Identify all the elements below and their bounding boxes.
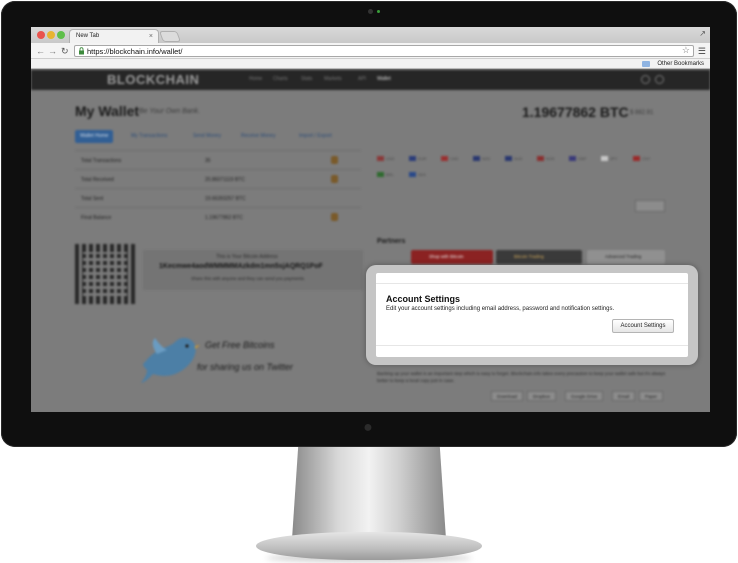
screen: New Tab × ↗ ← → ↻ https://blockchain.inf… bbox=[31, 27, 710, 412]
site-logo[interactable]: BLOCKCHAIN bbox=[107, 72, 199, 87]
backup-drive-button[interactable]: Google Drive bbox=[565, 391, 604, 401]
currency-gbp[interactable]: GBP bbox=[569, 156, 586, 162]
stat-label: Total Sent bbox=[81, 196, 104, 202]
stat-value: 20.86071119 BTC bbox=[205, 177, 245, 183]
tweet-promo-line1[interactable]: Get Free Bitcoins bbox=[205, 340, 275, 350]
table-row: Final Balance 1.19677862 BTC bbox=[75, 207, 361, 226]
stats-table: Total Transactions 35 Total Received 20.… bbox=[75, 150, 361, 226]
nav-stats[interactable]: Stats bbox=[301, 76, 312, 82]
btc-balance[interactable]: 1.19677862 BTC bbox=[522, 104, 629, 120]
camera-led bbox=[377, 10, 380, 13]
currency-aud[interactable]: AUD bbox=[505, 156, 522, 162]
tab-my-transactions[interactable]: My Transactions bbox=[131, 130, 167, 143]
info-icon[interactable] bbox=[331, 156, 338, 164]
tab-wallet-home[interactable]: Wallet Home bbox=[75, 130, 114, 143]
nav-wallet[interactable]: Wallet bbox=[377, 76, 391, 82]
backup-text: Backing up your wallet is an important s… bbox=[377, 371, 666, 383]
monitor-base bbox=[256, 532, 482, 560]
nav-api[interactable]: API bbox=[358, 76, 366, 82]
partner-advanced-button[interactable]: Advanced Trading bbox=[587, 250, 665, 264]
twitter-bird-icon[interactable] bbox=[137, 330, 201, 384]
divider bbox=[376, 345, 688, 346]
monitor-bezel: ● New Tab × ↗ ← → ↻ https://blockchain.i… bbox=[1, 1, 737, 447]
fullscreen-icon[interactable]: ↗ bbox=[699, 29, 706, 38]
address-bar[interactable]: https://blockchain.info/wallet/ ☆ bbox=[74, 45, 694, 57]
partner-trading-button[interactable]: Bitcoin Trading bbox=[496, 250, 582, 264]
address-caption: This is Your Bitcoin Address bbox=[216, 254, 278, 260]
nav-markets[interactable]: Markets bbox=[324, 76, 342, 82]
tab-title: New Tab bbox=[76, 33, 100, 39]
table-row: Total Received 20.86071119 BTC bbox=[75, 169, 361, 188]
page-subtitle: Be Your Own Bank. bbox=[139, 108, 200, 115]
minimize-window-button[interactable] bbox=[47, 31, 55, 39]
currency-cad[interactable]: CAD bbox=[441, 156, 458, 162]
browser-toolbar: ← → ↻ https://blockchain.info/wallet/ ☆ … bbox=[31, 43, 710, 59]
partner-shop-button[interactable]: Shop with Bitcoin bbox=[411, 250, 493, 264]
qr-code bbox=[75, 244, 135, 304]
nav-home[interactable]: Home bbox=[249, 76, 262, 82]
address-note: Share this with anyone and they can send… bbox=[191, 276, 306, 281]
browser-tab-bar: New Tab × ↗ bbox=[31, 27, 710, 43]
table-row: Total Sent 19.66393257 BTC bbox=[75, 188, 361, 207]
currency-nzd[interactable]: NZD bbox=[473, 156, 490, 162]
stat-value: 35 bbox=[205, 158, 211, 164]
currency-eur[interactable]: EUR bbox=[409, 156, 426, 162]
back-arrow-icon[interactable]: ← bbox=[36, 45, 45, 57]
modal-title: Account Settings bbox=[386, 294, 461, 304]
bookmarks-bar: Other Bookmarks bbox=[31, 59, 710, 69]
backup-dropbox-button[interactable]: Dropbox bbox=[527, 391, 557, 401]
tab-receive-money[interactable]: Receive Money bbox=[241, 130, 275, 143]
backup-email-button[interactable]: Email bbox=[612, 391, 636, 401]
partners-heading: Partners bbox=[377, 238, 406, 245]
modal-description: Edit your account settings including ema… bbox=[386, 306, 615, 312]
stat-label: Final Balance bbox=[81, 215, 112, 221]
lock-icon bbox=[79, 47, 84, 55]
browser-tab[interactable]: New Tab × bbox=[69, 29, 159, 43]
bookmark-star-icon[interactable]: ☆ bbox=[682, 45, 690, 56]
currency-usd[interactable]: USD bbox=[377, 156, 394, 162]
tab-import-export[interactable]: Import / Export bbox=[299, 130, 332, 143]
account-settings-modal: Account Settings Edit your account setti… bbox=[376, 273, 688, 357]
new-tab-button[interactable] bbox=[158, 31, 182, 42]
info-icon[interactable] bbox=[331, 175, 338, 183]
stat-label: Total Transactions bbox=[81, 158, 122, 164]
reload-icon[interactable]: ↻ bbox=[61, 45, 69, 57]
tweet-promo-line2[interactable]: for sharing us on Twitter bbox=[197, 362, 293, 372]
settings-icon[interactable] bbox=[655, 75, 664, 84]
currency-cny[interactable]: CNY bbox=[633, 156, 650, 162]
tab-send-money[interactable]: Send Money bbox=[193, 130, 221, 143]
fiat-balance: $ 882.91 bbox=[630, 110, 654, 116]
stat-value: 1.19677862 BTC bbox=[205, 215, 243, 221]
stat-value: 19.66393257 BTC bbox=[205, 196, 246, 202]
backup-paper-button[interactable]: Paper bbox=[639, 391, 664, 401]
stat-label: Total Received bbox=[81, 177, 114, 183]
backup-download-button[interactable]: Download bbox=[491, 391, 524, 401]
divider bbox=[376, 283, 688, 284]
browser-menu-icon[interactable]: ☰ bbox=[698, 45, 706, 57]
account-settings-button[interactable]: Account Settings bbox=[612, 319, 674, 333]
currency-sek[interactable]: SEK bbox=[409, 172, 426, 178]
table-row: Total Transactions 35 bbox=[75, 150, 361, 169]
currency-nok[interactable]: NOK bbox=[537, 156, 555, 162]
page-title: My Wallet bbox=[75, 103, 140, 119]
url-text: https://blockchain.info/wallet/ bbox=[87, 47, 183, 56]
monitor-stand bbox=[292, 447, 446, 539]
info-icon[interactable] bbox=[331, 213, 338, 221]
tab-close-icon[interactable]: × bbox=[149, 30, 153, 43]
forward-arrow-icon[interactable]: → bbox=[48, 45, 57, 57]
share-button[interactable] bbox=[635, 200, 665, 212]
other-bookmarks-link[interactable]: Other Bookmarks bbox=[657, 59, 704, 69]
zoom-window-button[interactable] bbox=[57, 31, 65, 39]
close-window-button[interactable] bbox=[37, 31, 45, 39]
folder-icon bbox=[642, 61, 650, 67]
apple-logo-icon: ● bbox=[363, 419, 373, 436]
currency-brl[interactable]: BRL bbox=[377, 172, 394, 178]
nav-charts[interactable]: Charts bbox=[273, 76, 288, 82]
currency-jpy[interactable]: JPY bbox=[601, 156, 617, 162]
camera-icon bbox=[368, 9, 373, 14]
refresh-icon[interactable] bbox=[641, 75, 650, 84]
site-nav: BLOCKCHAIN Home Charts Stats Markets API… bbox=[31, 70, 710, 90]
bitcoin-address[interactable]: 1Kecmwe4aodWMMMMAzkdm1mn5sjAQRQ1PoF bbox=[159, 263, 323, 270]
